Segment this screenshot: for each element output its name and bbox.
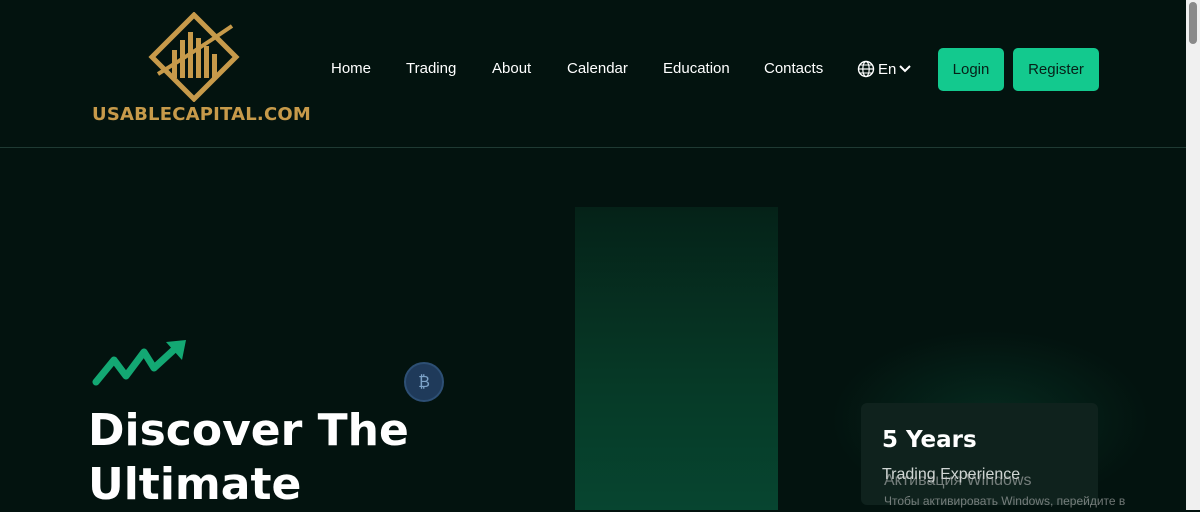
windows-activation-title: Активация Windows <box>884 472 1032 489</box>
hero-image-panel <box>575 207 778 510</box>
scrollbar-thumb[interactable] <box>1189 2 1197 44</box>
language-selector[interactable]: En <box>857 60 912 78</box>
globe-icon <box>857 60 875 78</box>
logo-mark-icon <box>148 12 240 102</box>
logo-text: USABLECAPITAL.COM <box>92 104 311 125</box>
nav-about[interactable]: About <box>492 60 531 77</box>
hero-title: Discover The Ultimate <box>88 404 508 512</box>
site-header: USABLECAPITAL.COM Home Trading About Cal… <box>0 0 1186 148</box>
page-scrollbar[interactable] <box>1186 0 1200 510</box>
bitcoin-coin-icon: ₿ <box>404 362 444 402</box>
hero-title-line2: Ultimate <box>88 459 302 510</box>
nav-contacts[interactable]: Contacts <box>764 60 823 77</box>
language-label: En <box>878 60 897 78</box>
stat-value: 5 Years <box>882 427 977 453</box>
nav-education[interactable]: Education <box>663 60 730 77</box>
login-button[interactable]: Login <box>938 48 1004 91</box>
windows-activation-subtitle: Чтобы активировать Windows, перейдите в <box>884 494 1126 508</box>
trend-arrow-icon <box>92 340 186 386</box>
nav-trading[interactable]: Trading <box>406 60 456 77</box>
chevron-down-icon <box>899 65 912 73</box>
site-logo[interactable]: USABLECAPITAL.COM <box>92 12 311 130</box>
register-button[interactable]: Register <box>1013 48 1099 91</box>
nav-calendar[interactable]: Calendar <box>567 60 628 77</box>
nav-home[interactable]: Home <box>331 60 371 77</box>
hero-title-line1: Discover The <box>88 405 409 456</box>
